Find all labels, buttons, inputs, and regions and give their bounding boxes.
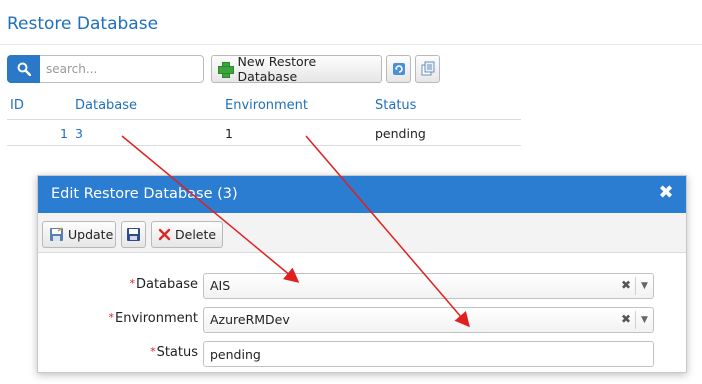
dialog-header: Edit Restore Database (3) ✖ xyxy=(38,176,686,213)
chevron-down-icon[interactable]: ▼ xyxy=(635,311,653,329)
status-field-row: *Status xyxy=(38,341,688,367)
chevron-down-icon[interactable]: ▼ xyxy=(635,277,653,295)
column-header-status[interactable]: Status xyxy=(375,98,416,113)
column-header-environment[interactable]: Environment xyxy=(225,98,308,113)
database-field-row: *Database AIS ✖ ▼ xyxy=(38,273,688,299)
update-button[interactable]: Update xyxy=(42,221,116,248)
grid-header: ID Database Environment Status xyxy=(7,96,521,120)
environment-select-value: AzureRMDev xyxy=(210,312,290,327)
environment-field-row: *Environment AzureRMDev ✖ ▼ xyxy=(38,307,688,333)
update-icon xyxy=(49,227,64,242)
search-input[interactable] xyxy=(40,55,204,83)
edit-restore-database-dialog: Edit Restore Database (3) ✖ Update Delet… xyxy=(37,175,687,373)
update-label: Update xyxy=(68,227,114,242)
row-database-cell[interactable]: 3 xyxy=(75,126,83,141)
refresh-icon xyxy=(392,63,405,75)
clear-icon[interactable]: ✖ xyxy=(621,312,631,326)
database-select-value: AIS xyxy=(210,278,231,293)
dialog-title: Edit Restore Database (3) xyxy=(51,186,238,202)
new-restore-database-button[interactable]: New Restore Database xyxy=(211,54,382,84)
new-restore-database-label: New Restore Database xyxy=(237,54,317,84)
delete-button[interactable]: Delete xyxy=(151,221,223,248)
database-select[interactable]: AIS ✖ ▼ xyxy=(203,273,654,299)
environment-field-label: *Environment xyxy=(108,311,198,326)
save-button[interactable] xyxy=(121,221,146,248)
row-environment-cell: 1 xyxy=(225,126,233,141)
status-input[interactable] xyxy=(203,341,654,367)
column-header-database[interactable]: Database xyxy=(75,98,137,113)
page-title: Restore Database xyxy=(7,14,159,34)
database-field-label: *Database xyxy=(129,277,198,292)
grid-toolbar: New Restore Database xyxy=(7,54,440,84)
required-marker: * xyxy=(108,311,114,324)
search-icon xyxy=(17,62,31,76)
environment-select[interactable]: AzureRMDev ✖ ▼ xyxy=(203,307,654,333)
column-header-id[interactable]: ID xyxy=(10,98,24,113)
restore-database-grid: ID Database Environment Status 1 3 1 pen… xyxy=(7,96,521,146)
row-status-cell: pending xyxy=(375,126,426,141)
status-field-label: *Status xyxy=(150,345,198,360)
table-row[interactable]: 1 3 1 pending xyxy=(7,120,521,146)
title-divider xyxy=(0,44,702,45)
refresh-button[interactable] xyxy=(386,55,411,83)
export-button[interactable] xyxy=(415,55,440,83)
delete-icon xyxy=(158,228,171,241)
plus-icon xyxy=(218,62,234,78)
dialog-toolbar: Update Delete xyxy=(38,213,686,253)
row-id-cell[interactable]: 1 xyxy=(60,126,68,141)
export-icon xyxy=(421,61,434,76)
clear-icon[interactable]: ✖ xyxy=(621,278,631,292)
required-marker: * xyxy=(129,277,135,290)
save-icon xyxy=(127,228,140,241)
delete-label: Delete xyxy=(175,227,217,242)
required-marker: * xyxy=(150,345,156,358)
search-button[interactable] xyxy=(7,55,40,83)
close-icon[interactable]: ✖ xyxy=(656,183,676,203)
